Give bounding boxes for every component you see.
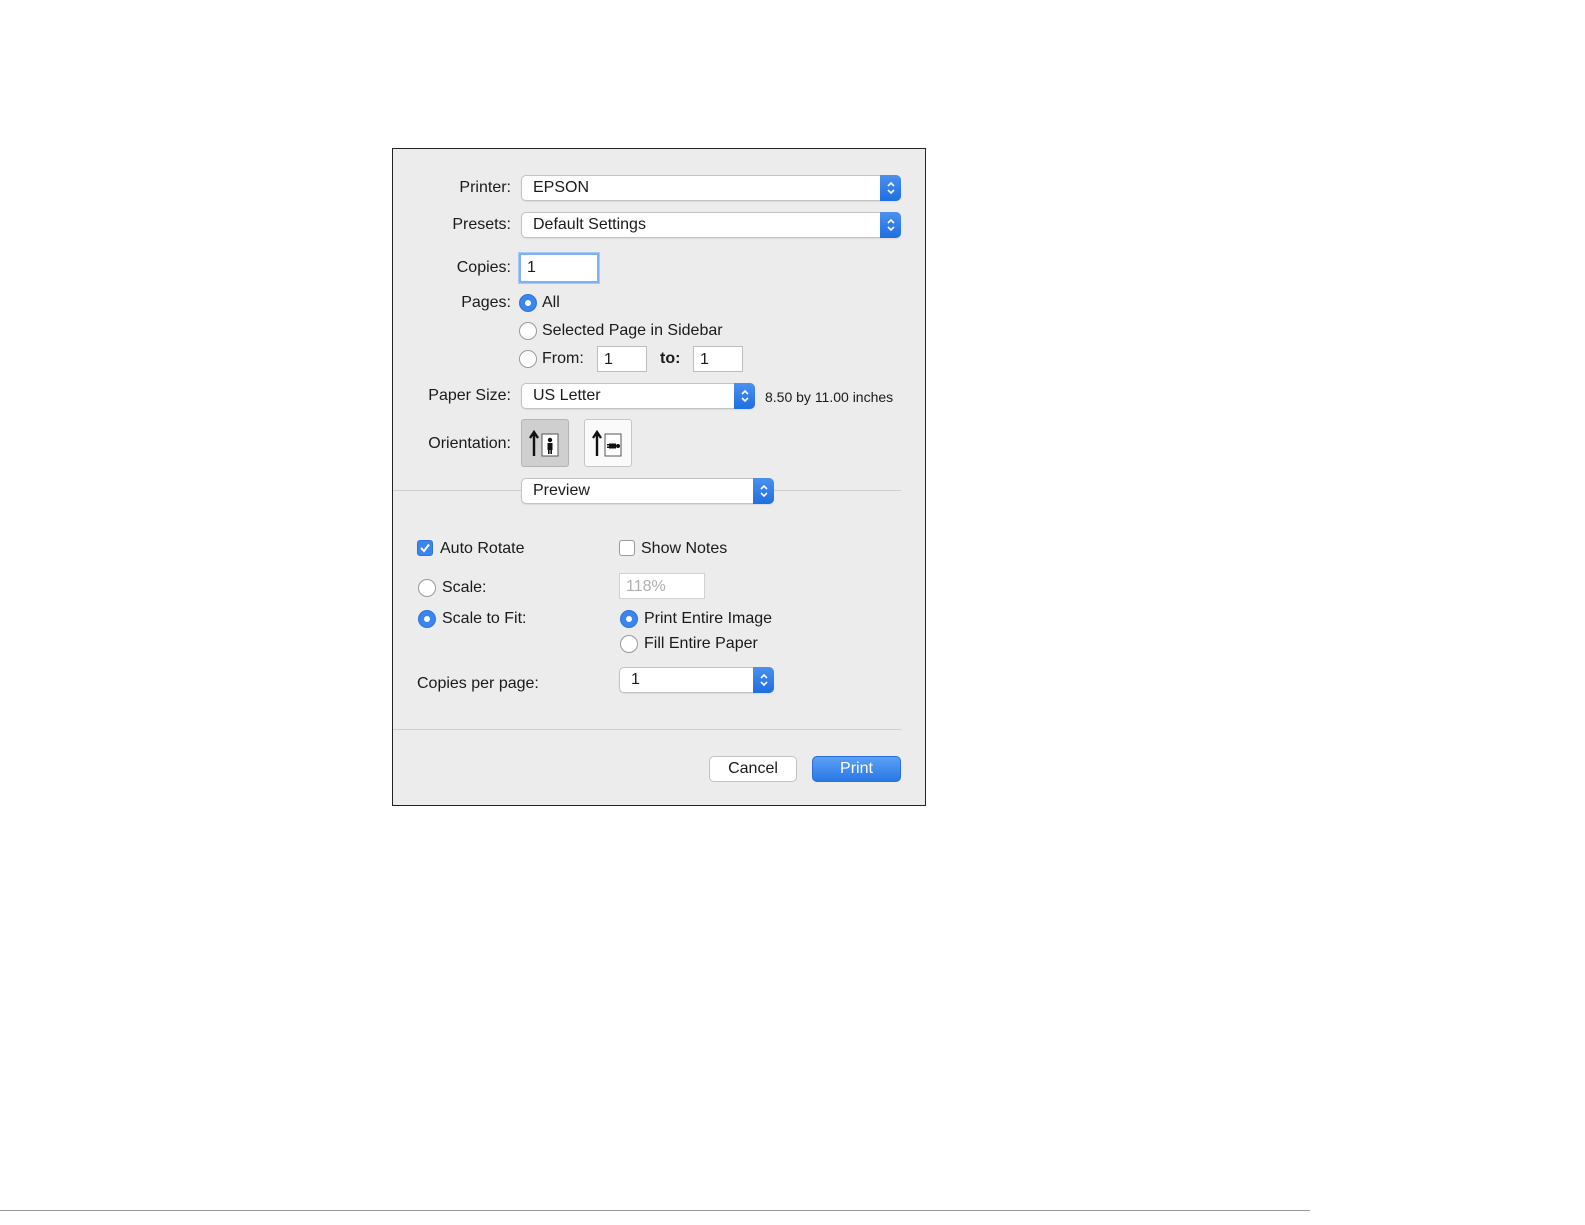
printer-value: EPSON: [533, 179, 590, 196]
copies-value: 1: [527, 259, 536, 276]
pages-from-value: 1: [604, 351, 613, 368]
pages-label: Pages:: [461, 294, 511, 311]
copies-field[interactable]: 1: [519, 253, 599, 283]
pages-from-field[interactable]: 1: [597, 346, 647, 372]
auto-rotate-label: Auto Rotate: [440, 540, 525, 557]
print-entire-image-label: Print Entire Image: [644, 610, 773, 627]
copies-per-page-value: 1: [631, 671, 640, 688]
cancel-button[interactable]: Cancel: [709, 756, 797, 782]
paper-size-value: US Letter: [533, 387, 601, 404]
pages-from-radio[interactable]: [519, 350, 537, 368]
pages-all-label: All: [542, 294, 560, 311]
printer-label: Printer:: [459, 179, 511, 196]
print-dialog: Printer: EPSON Presets: Default Settings…: [392, 148, 926, 806]
page-rule: [0, 1210, 1310, 1211]
chevron-updown-icon: [880, 175, 901, 201]
pages-to-value: 1: [700, 351, 709, 368]
paper-dimensions-text: 8.50 by 11.00 inches: [765, 389, 894, 405]
pages-selected-radio[interactable]: [519, 322, 537, 340]
scale-to-fit-radio[interactable]: [418, 610, 436, 628]
print-button[interactable]: Print: [812, 756, 901, 782]
chevron-updown-icon: [880, 212, 901, 238]
scale-radio[interactable]: [418, 579, 436, 597]
copies-per-page-popup[interactable]: 1: [619, 667, 774, 693]
scale-to-fit-label: Scale to Fit:: [442, 610, 527, 627]
pages-from-label: From:: [542, 350, 584, 367]
bottom-separator: [393, 729, 901, 730]
landscape-orientation-icon: [592, 429, 622, 457]
pages-selected-label: Selected Page in Sidebar: [542, 322, 723, 339]
show-notes-checkbox[interactable]: [619, 540, 635, 556]
presets-popup[interactable]: Default Settings: [521, 212, 901, 238]
landscape-orientation-button[interactable]: [584, 419, 632, 467]
copies-per-page-label: Copies per page:: [417, 675, 539, 692]
chevron-updown-icon: [753, 478, 774, 504]
show-notes-label: Show Notes: [641, 540, 728, 557]
scale-percent-value: 118%: [626, 578, 666, 595]
orientation-label: Orientation:: [428, 435, 511, 452]
paper-size-popup[interactable]: US Letter: [521, 383, 755, 409]
fill-entire-paper-radio[interactable]: [620, 635, 638, 653]
section-popup-value: Preview: [533, 482, 590, 499]
portrait-orientation-icon: [529, 429, 559, 457]
pages-all-radio[interactable]: [519, 294, 537, 312]
auto-rotate-checkbox[interactable]: [417, 540, 433, 556]
presets-value: Default Settings: [533, 216, 646, 233]
paper-size-label: Paper Size:: [428, 387, 511, 404]
scale-percent-field[interactable]: 118%: [619, 573, 705, 599]
pages-to-label: to:: [660, 350, 681, 367]
checkmark-icon: [420, 543, 430, 553]
chevron-updown-icon: [753, 667, 774, 693]
print-entire-image-radio[interactable]: [620, 610, 638, 628]
copies-label: Copies:: [456, 259, 511, 276]
presets-label: Presets:: [452, 216, 511, 233]
printer-popup[interactable]: EPSON: [521, 175, 901, 201]
pages-to-field[interactable]: 1: [693, 346, 743, 372]
section-popup[interactable]: Preview: [521, 478, 774, 504]
fill-entire-paper-label: Fill Entire Paper: [644, 635, 758, 652]
chevron-updown-icon: [734, 383, 755, 409]
scale-label: Scale:: [442, 579, 487, 596]
portrait-orientation-button[interactable]: [521, 419, 569, 467]
